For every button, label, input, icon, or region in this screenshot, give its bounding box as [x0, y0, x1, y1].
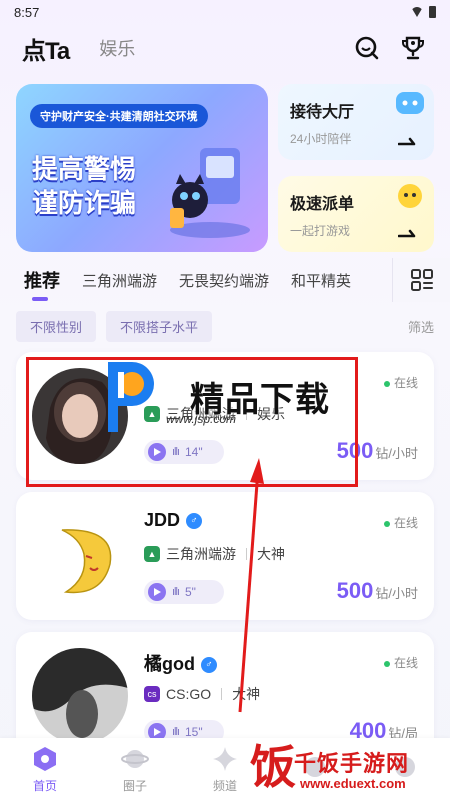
grid-icon [410, 269, 433, 291]
nav-circle[interactable]: 圈子 [100, 745, 170, 794]
online-label: 在线 [393, 656, 418, 670]
male-icon: ♂ [186, 513, 203, 530]
waveform-icon: ıllı [172, 586, 180, 598]
site-watermark: 饭 千饭手游网 www.eduext.com [250, 740, 450, 800]
price: 500 钻/小时 [337, 578, 418, 604]
divider [221, 688, 223, 700]
csgo-icon: cs [144, 686, 160, 702]
user-name-text: JDD [144, 510, 181, 530]
banner-title-line2: 谨防诈骗 [32, 188, 137, 218]
arrow-icon [398, 137, 416, 146]
online-dot [383, 380, 390, 387]
online-dot [383, 660, 390, 667]
sparkle-icon [213, 746, 237, 771]
watermark-site-url: www.eduext.com [300, 776, 406, 791]
user-name: JDD ♂ [144, 510, 203, 531]
mascot-blue-icon [396, 92, 424, 114]
banner-tagline: 守护财产安全·共建清朗社交环境 [30, 104, 208, 128]
banner-title: 提高警惕 谨防诈骗 [32, 152, 136, 220]
user-role: 大神 [257, 546, 285, 562]
user-role: 大神 [232, 686, 261, 702]
user-tags: ▲ 三角洲端游 大神 [144, 544, 285, 564]
fast-dispatch-card[interactable]: 极速派单 一起打游戏 [278, 176, 434, 252]
price-value: 500 [336, 578, 374, 603]
banner-title-line1: 提高警惕 [32, 154, 137, 184]
arrow-icon [398, 229, 416, 238]
online-label: 在线 [393, 376, 418, 390]
watermark-site-title: 千饭手游网 [294, 751, 410, 776]
mascot-yellow-icon [398, 184, 422, 208]
user-name-text: 橘god [144, 654, 195, 674]
banner-illustration [170, 148, 250, 238]
user-card[interactable]: JDD ♂ 在线 ▲ 三角洲端游 大神 ıllı 5" 500 钻/小时 [16, 492, 434, 620]
play-icon [148, 583, 166, 601]
tab-entertainment[interactable]: 娱乐 [99, 35, 135, 61]
voice-duration: 5" [185, 585, 196, 599]
waveform-icon: ıllı [172, 726, 180, 738]
avatar [32, 508, 128, 604]
wifi-icon [411, 7, 423, 17]
user-game: CS:GO [166, 686, 212, 702]
search-icon[interactable] [352, 33, 382, 63]
top-bar: 点Ta 娱乐 [0, 26, 450, 70]
filter-bar: 不限性别 不限搭子水平 筛选 [16, 310, 434, 342]
status-icons [411, 6, 436, 18]
user-name: 橘god ♂ [144, 650, 217, 676]
gender-filter-chip[interactable]: 不限性别 [16, 310, 97, 342]
online-status: 在线 [383, 514, 418, 531]
filter-button[interactable]: 筛选 [408, 317, 434, 336]
delta-force-icon: ▲ [144, 546, 160, 562]
home-icon [34, 746, 56, 771]
online-status: 在线 [383, 374, 418, 391]
voice-intro-button[interactable]: ıllı 5" [144, 580, 224, 604]
battery-icon [429, 6, 436, 18]
price-unit: 钻/小时 [375, 446, 418, 461]
online-label: 在线 [393, 516, 418, 530]
jsp-logo-icon [108, 362, 154, 432]
status-time: 8:57 [14, 4, 40, 20]
nav-home[interactable]: 首页 [10, 745, 80, 794]
male-icon: ♂ [201, 657, 217, 674]
level-filter-chip[interactable]: 不限搭子水平 [106, 310, 213, 342]
watermark-mark: 饭 [250, 741, 296, 793]
game-tabs: 推荐 三角洲端游 无畏契约端游 和平精英 [0, 258, 450, 302]
user-tags: cs CS:GO 大神 [144, 684, 260, 704]
top-icons [352, 33, 428, 63]
tab-peace-elite[interactable]: 和平精英 [291, 270, 351, 291]
online-dot [383, 520, 390, 527]
tab-recommend[interactable]: 推荐 [24, 267, 60, 301]
planet-icon [121, 749, 149, 768]
trophy-icon[interactable] [398, 33, 428, 63]
user-game: 三角洲端游 [166, 546, 236, 562]
all-categories-button[interactable] [392, 258, 450, 302]
divider [246, 548, 247, 560]
watermark-url: www.jsp.com [166, 412, 237, 426]
tab-valorant[interactable]: 无畏契约端游 [179, 270, 269, 291]
voice-duration: 15" [185, 725, 203, 739]
status-bar: 8:57 [0, 0, 450, 24]
nav-channel-label: 频道 [212, 778, 237, 793]
tab-delta-force[interactable]: 三角洲端游 [82, 270, 157, 291]
anti-fraud-banner[interactable]: 守护财产安全·共建清朗社交环境 提高警惕 谨防诈骗 [16, 84, 268, 252]
online-status: 在线 [383, 654, 418, 671]
nav-home-label: 首页 [32, 778, 57, 793]
nav-circle-label: 圈子 [122, 778, 147, 793]
app-logo: 点Ta [22, 37, 70, 65]
price-unit: 钻/小时 [375, 586, 418, 601]
avatar [32, 648, 128, 744]
reception-hall-card[interactable]: 接待大厅 24小时陪伴 [278, 84, 434, 160]
